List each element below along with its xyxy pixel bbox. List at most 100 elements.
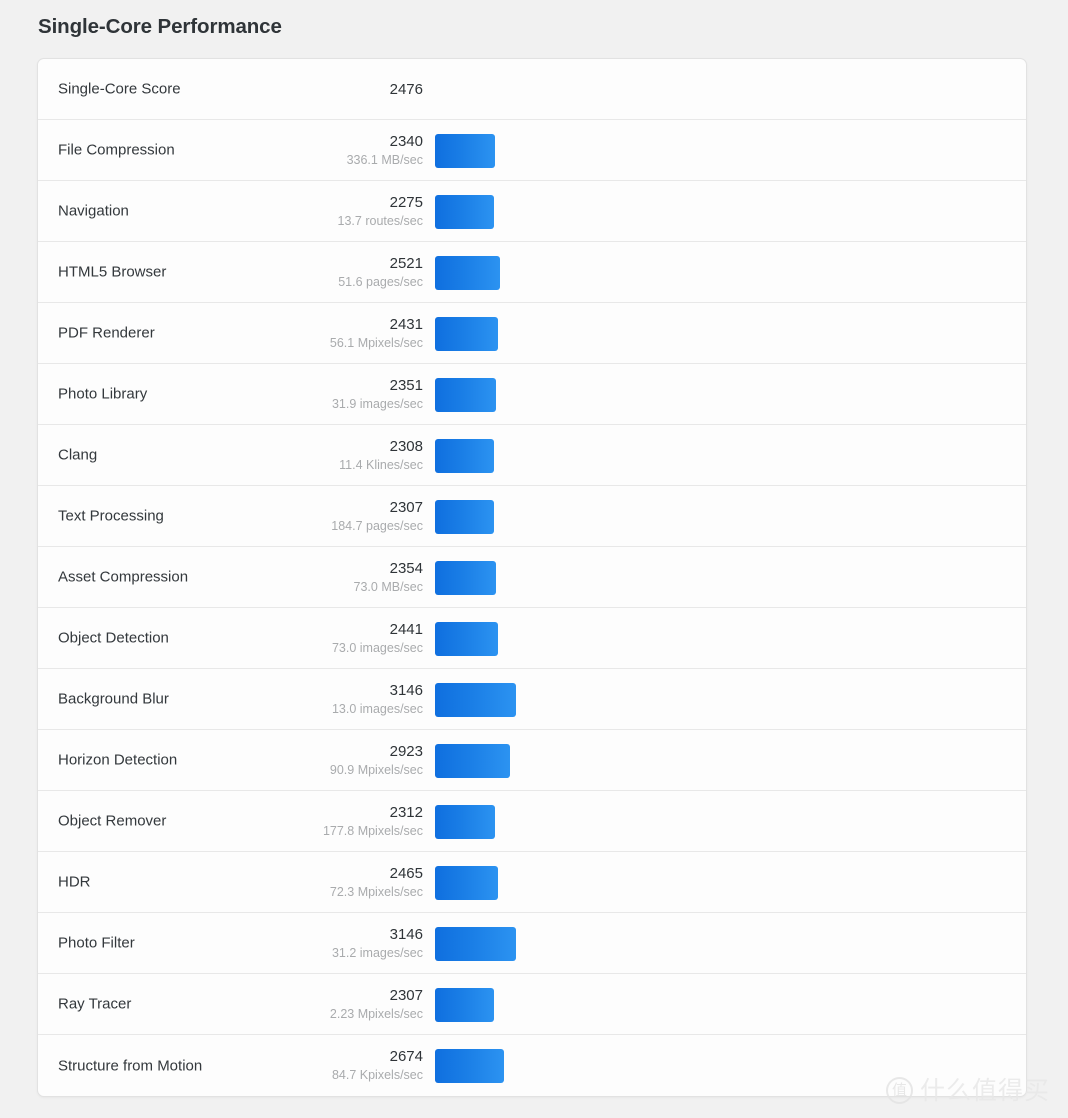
benchmark-score: 2465	[390, 864, 423, 883]
benchmark-values: 243156.1 Mpixels/sec	[38, 303, 423, 364]
benchmark-bar	[435, 866, 498, 900]
benchmark-score: 2351	[390, 376, 423, 395]
benchmark-bar-track	[435, 486, 1025, 547]
benchmark-score: 2521	[390, 254, 423, 273]
table-row: Clang230811.4 Klines/sec	[38, 425, 1026, 486]
benchmark-values: 314613.0 images/sec	[38, 669, 423, 730]
benchmark-values: 2312177.8 Mpixels/sec	[38, 791, 423, 852]
benchmark-values: 246572.3 Mpixels/sec	[38, 852, 423, 913]
benchmark-bar-track	[435, 730, 1025, 791]
benchmark-rate: 73.0 images/sec	[332, 640, 423, 657]
benchmark-bar	[435, 317, 498, 351]
table-row: Horizon Detection292390.9 Mpixels/sec	[38, 730, 1026, 791]
benchmark-bar	[435, 439, 494, 473]
benchmark-values: 292390.9 Mpixels/sec	[38, 730, 423, 791]
benchmark-bar	[435, 134, 495, 168]
table-row: Navigation227513.7 routes/sec	[38, 181, 1026, 242]
benchmark-values: 235473.0 MB/sec	[38, 547, 423, 608]
benchmark-bar-track	[435, 303, 1025, 364]
table-row: HTML5 Browser252151.6 pages/sec	[38, 242, 1026, 303]
benchmark-values: 235131.9 images/sec	[38, 364, 423, 425]
benchmark-rate: 73.0 MB/sec	[354, 579, 423, 596]
benchmark-rate: 31.9 images/sec	[332, 396, 423, 413]
benchmark-rate: 31.2 images/sec	[332, 945, 423, 962]
benchmark-row-list: File Compression2340336.1 MB/secNavigati…	[38, 120, 1026, 1096]
benchmark-bar-track	[435, 547, 1025, 608]
benchmark-score: 2923	[390, 742, 423, 761]
benchmark-bar-track	[435, 608, 1025, 669]
table-row: Object Detection244173.0 images/sec	[38, 608, 1026, 669]
summary-row-values: 2476	[38, 59, 423, 120]
benchmark-rate: 177.8 Mpixels/sec	[323, 823, 423, 840]
benchmark-bar	[435, 744, 510, 778]
benchmark-score: 2275	[390, 193, 423, 212]
benchmark-score: 2340	[390, 132, 423, 151]
benchmark-values: 230811.4 Klines/sec	[38, 425, 423, 486]
benchmark-rate: 72.3 Mpixels/sec	[330, 884, 423, 901]
benchmark-rate: 336.1 MB/sec	[347, 152, 423, 169]
benchmark-rate: 51.6 pages/sec	[338, 274, 423, 291]
benchmark-bar-track	[435, 364, 1025, 425]
table-row: Photo Library235131.9 images/sec	[38, 364, 1026, 425]
benchmark-score: 2441	[390, 620, 423, 639]
benchmark-bar-track	[435, 425, 1025, 486]
benchmark-bar	[435, 622, 498, 656]
table-row: Text Processing2307184.7 pages/sec	[38, 486, 1026, 547]
benchmark-values: 2340336.1 MB/sec	[38, 120, 423, 181]
benchmark-bar-track	[435, 791, 1025, 852]
table-row: Structure from Motion267484.7 Kpixels/se…	[38, 1035, 1026, 1096]
table-row: HDR246572.3 Mpixels/sec	[38, 852, 1026, 913]
benchmark-values: 314631.2 images/sec	[38, 913, 423, 974]
benchmark-rate: 2.23 Mpixels/sec	[330, 1006, 423, 1023]
table-row: PDF Renderer243156.1 Mpixels/sec	[38, 303, 1026, 364]
benchmark-bar	[435, 805, 495, 839]
benchmark-values: 244173.0 images/sec	[38, 608, 423, 669]
benchmark-bar	[435, 195, 494, 229]
benchmark-score: 2307	[390, 986, 423, 1005]
table-row: File Compression2340336.1 MB/sec	[38, 120, 1026, 181]
benchmark-score: 2312	[390, 803, 423, 822]
benchmark-score: 3146	[390, 681, 423, 700]
benchmark-bar-track	[435, 242, 1025, 303]
benchmark-values: 267484.7 Kpixels/sec	[38, 1035, 423, 1096]
benchmark-values: 227513.7 routes/sec	[38, 181, 423, 242]
benchmark-score: 2354	[390, 559, 423, 578]
page-title: Single-Core Performance	[38, 14, 282, 40]
summary-row-score: 2476	[390, 80, 423, 100]
table-row: Background Blur314613.0 images/sec	[38, 669, 1026, 730]
benchmark-values: 2307184.7 pages/sec	[38, 486, 423, 547]
table-row: Object Remover2312177.8 Mpixels/sec	[38, 791, 1026, 852]
benchmark-rate: 90.9 Mpixels/sec	[330, 762, 423, 779]
benchmark-bar-track	[435, 669, 1025, 730]
benchmark-values: 252151.6 pages/sec	[38, 242, 423, 303]
benchmark-bar-track	[435, 852, 1025, 913]
benchmark-score: 3146	[390, 925, 423, 944]
benchmark-bar	[435, 988, 494, 1022]
benchmark-rate: 184.7 pages/sec	[331, 518, 423, 535]
benchmark-score: 2308	[390, 437, 423, 456]
benchmark-score: 2307	[390, 498, 423, 517]
table-row: Photo Filter314631.2 images/sec	[38, 913, 1026, 974]
benchmark-bar-track	[435, 181, 1025, 242]
benchmark-bar	[435, 683, 516, 717]
benchmark-rate: 56.1 Mpixels/sec	[330, 335, 423, 352]
summary-row: Single-Core Score 2476	[38, 59, 1026, 120]
benchmark-bar	[435, 378, 496, 412]
benchmark-bar-track	[435, 974, 1025, 1035]
benchmark-bar	[435, 500, 494, 534]
benchmark-rate: 84.7 Kpixels/sec	[332, 1067, 423, 1084]
single-core-performance-page: Single-Core Performance Single-Core Scor…	[0, 0, 1068, 1118]
table-row: Ray Tracer23072.23 Mpixels/sec	[38, 974, 1026, 1035]
benchmark-score: 2431	[390, 315, 423, 334]
benchmark-results-card: Single-Core Score 2476 File Compression2…	[37, 58, 1027, 1097]
benchmark-bar	[435, 561, 496, 595]
benchmark-rate: 13.7 routes/sec	[338, 213, 423, 230]
table-row: Asset Compression235473.0 MB/sec	[38, 547, 1026, 608]
benchmark-bar-track	[435, 1035, 1025, 1096]
benchmark-bar	[435, 927, 516, 961]
benchmark-rate: 11.4 Klines/sec	[339, 457, 423, 474]
benchmark-bar-track	[435, 120, 1025, 181]
benchmark-bar	[435, 256, 500, 290]
benchmark-rate: 13.0 images/sec	[332, 701, 423, 718]
benchmark-score: 2674	[390, 1047, 423, 1066]
